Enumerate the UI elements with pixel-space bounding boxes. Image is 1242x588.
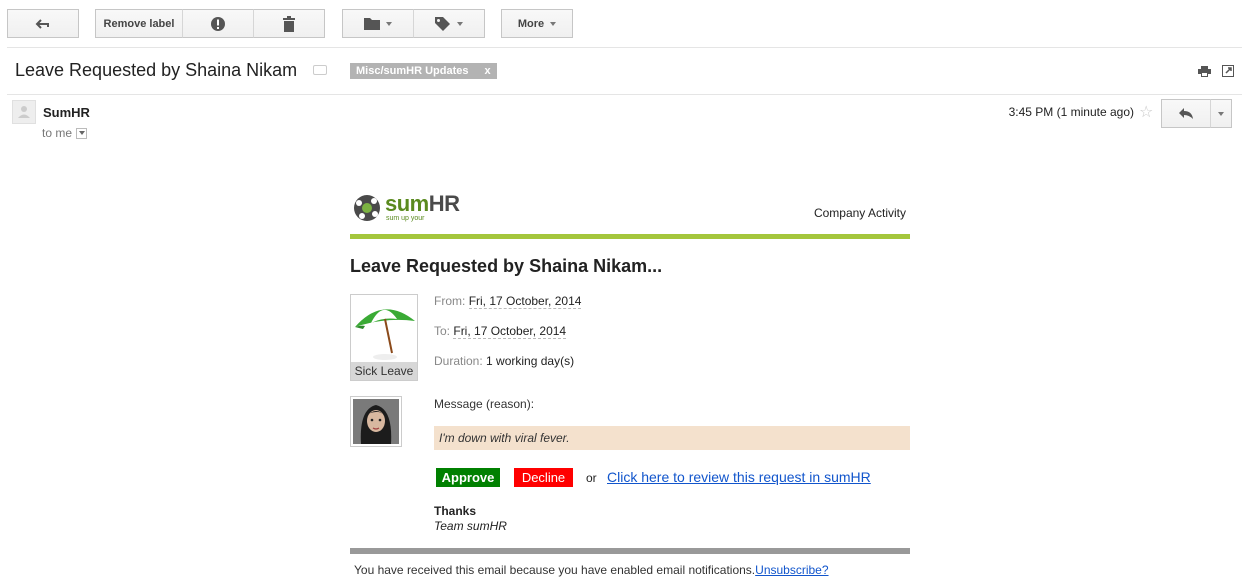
report-spam-button[interactable] xyxy=(182,9,254,38)
remove-label-text: Remove label xyxy=(103,17,175,30)
to-row: To: Fri, 17 October, 2014 xyxy=(434,324,567,339)
recipient-text: to me xyxy=(42,126,73,140)
message-timestamp: 3:45 PM (1 minute ago) xyxy=(1008,105,1134,119)
divider xyxy=(7,94,1242,95)
divider xyxy=(7,47,1242,48)
company-activity-text: Company Activity xyxy=(813,206,906,220)
label-chip-remove[interactable]: x xyxy=(484,65,490,77)
chevron-down-icon xyxy=(386,21,392,26)
folder-icon xyxy=(364,18,380,30)
remove-label-button[interactable]: Remove label xyxy=(95,9,183,38)
importance-marker-icon[interactable] xyxy=(313,65,327,75)
label-chip-text: Misc/sumHR Updates xyxy=(356,65,469,77)
duration-label: Duration: xyxy=(434,354,483,368)
umbrella-icon xyxy=(355,309,415,360)
decline-button[interactable]: Decline xyxy=(514,468,573,487)
back-arrow-icon xyxy=(35,18,49,29)
sumhr-logo: sumHR sum up your xyxy=(353,193,460,222)
more-text: More xyxy=(517,17,545,30)
print-icon[interactable] xyxy=(1198,66,1211,77)
sender-name[interactable]: SumHR xyxy=(43,105,90,120)
review-request-link[interactable]: Click here to review this request in sum… xyxy=(607,469,871,485)
reply-more-button[interactable] xyxy=(1210,99,1232,128)
new-window-icon[interactable] xyxy=(1222,65,1234,77)
exclamation-icon xyxy=(211,16,225,31)
sumhr-logo-icon xyxy=(354,194,380,221)
footer-bar xyxy=(350,548,910,554)
email-footer: You have received this email because you… xyxy=(354,563,829,577)
employee-photo xyxy=(350,396,402,447)
leave-type-box: Sick Leave xyxy=(350,294,418,381)
tag-icon xyxy=(435,16,450,31)
person-icon xyxy=(18,106,30,118)
logo-hr-text: HR xyxy=(428,191,460,216)
reply-button[interactable] xyxy=(1161,99,1211,128)
toolbar-more-group: More xyxy=(501,9,573,38)
employee-portrait xyxy=(353,399,399,444)
unsubscribe-link[interactable]: Unsubscribe? xyxy=(755,563,828,577)
from-value: Fri, 17 October, 2014 xyxy=(468,294,582,309)
leave-type-label: Sick Leave xyxy=(351,362,417,380)
footer-text: You have received this email because you… xyxy=(354,563,756,577)
email-subject: Leave Requested by Shaina Nikam xyxy=(15,60,298,80)
chevron-down-icon xyxy=(550,21,557,26)
approve-button[interactable]: Approve xyxy=(436,468,500,487)
to-value: Fri, 17 October, 2014 xyxy=(453,324,567,339)
from-label: From: xyxy=(434,294,466,308)
request-title: Leave Requested by Shaina Nikam... xyxy=(350,256,663,276)
logo-sum-text: sum xyxy=(385,191,429,216)
toolbar-move-group xyxy=(342,9,485,38)
from-row: From: Fri, 17 October, 2014 xyxy=(434,294,582,309)
toolbar-actions-group: Remove label xyxy=(95,9,325,38)
or-text: or xyxy=(586,471,597,485)
team-signature: Team sumHR xyxy=(434,519,507,533)
thanks-text: Thanks xyxy=(434,504,477,518)
sender-avatar xyxy=(12,100,36,124)
more-button[interactable]: More xyxy=(501,9,573,38)
labels-button[interactable] xyxy=(413,9,485,38)
back-button[interactable] xyxy=(7,9,79,38)
chevron-down-icon xyxy=(1218,111,1224,116)
chevron-down-icon xyxy=(457,21,463,26)
star-icon[interactable]: ☆ xyxy=(1139,102,1153,122)
logo-tagline: sum up your xyxy=(386,215,425,222)
delete-button[interactable] xyxy=(253,9,325,38)
message-text: I'm down with viral fever. xyxy=(434,426,910,450)
label-chip[interactable]: Misc/sumHR Updates x xyxy=(350,63,497,79)
message-label: Message (reason): xyxy=(434,397,535,411)
chevron-down-icon xyxy=(78,131,85,135)
show-details-button[interactable] xyxy=(76,127,88,139)
duration-value: 1 working day(s) xyxy=(486,354,575,368)
reply-group xyxy=(1161,99,1232,128)
toolbar-back-group xyxy=(7,9,79,38)
recipient-line: to me xyxy=(42,126,88,140)
duration-row: Duration: 1 working day(s) xyxy=(434,354,574,368)
reply-arrow-icon xyxy=(1179,108,1193,119)
trash-icon xyxy=(283,15,295,32)
to-label: To: xyxy=(434,324,451,338)
header-bar xyxy=(350,234,910,239)
move-to-button[interactable] xyxy=(342,9,414,38)
